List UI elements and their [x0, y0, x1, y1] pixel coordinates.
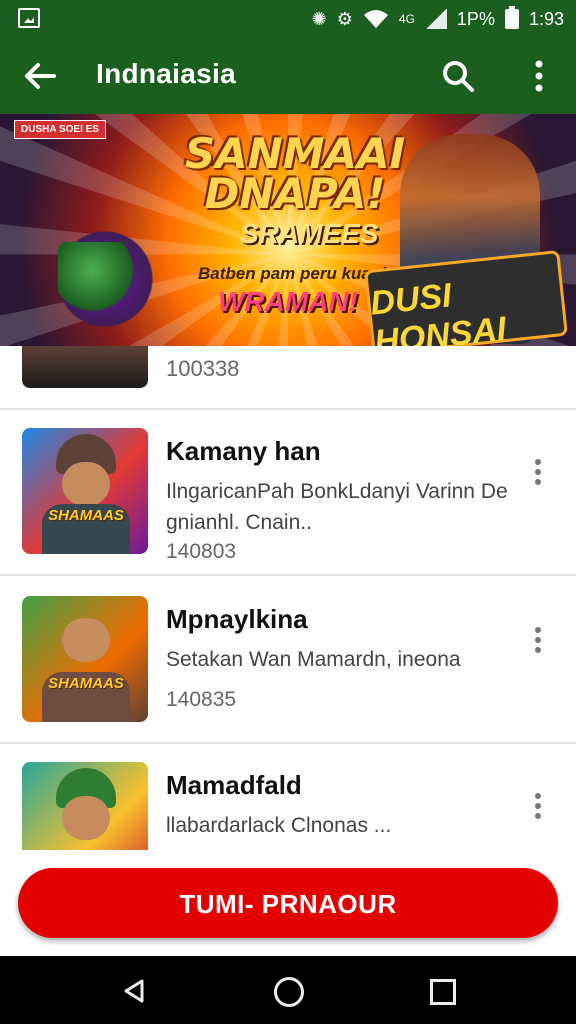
- status-icons: ✺ ⚙ 4G 1P% 1:93: [311, 6, 564, 31]
- item-menu-icon[interactable]: [528, 456, 548, 490]
- primary-action-button[interactable]: TUMI- PRNAOUR: [18, 868, 558, 938]
- game-list: 100338 SHAMAAS Kamany han IlngaricanPah …: [0, 346, 576, 854]
- nav-recents-icon[interactable]: [430, 979, 456, 1005]
- nav-back-icon[interactable]: [122, 978, 146, 1004]
- signal-icon: [424, 9, 447, 29]
- game-title: Mpnaylkina: [166, 604, 308, 634]
- download-count: 140835: [166, 688, 237, 711]
- item-menu-icon[interactable]: [528, 790, 548, 824]
- app-bar: Indnaiasia: [0, 38, 576, 114]
- wifi-icon: [363, 10, 388, 28]
- clock: 1:93: [528, 8, 564, 29]
- game-description: llabardarlack Clnonas ...: [166, 814, 392, 837]
- page-title: Indnaiasia: [96, 58, 236, 89]
- game-title: Kamany han: [166, 436, 321, 466]
- game-thumbnail: SHAMAAS: [22, 596, 148, 722]
- game-description: IlngaricanPah BonkLdanyi Varinn De gnian…: [166, 480, 508, 534]
- back-arrow-icon[interactable]: [20, 56, 60, 96]
- thumbnail-label: SHAMAAS: [48, 507, 124, 524]
- game-description: Setakan Wan Mamardn, ineona: [166, 648, 461, 671]
- download-count: 140803: [166, 540, 237, 563]
- promo-banner[interactable]: DUSHA SOEI ES SANMAAI DNAPA! SRAMEES Bat…: [0, 114, 576, 348]
- banner-headline-secondary: SRAMEES: [240, 218, 379, 249]
- list-item[interactable]: SHAMAAS Kamany han IlngaricanPah BonkLda…: [0, 408, 576, 576]
- download-count: 100338: [166, 356, 240, 381]
- game-thumbnail: [22, 346, 148, 388]
- banner-robot: [58, 242, 144, 312]
- list-item[interactable]: Mamadfald llabardarlack Clnonas ...: [0, 742, 576, 854]
- gallery-notification-icon: [18, 8, 40, 28]
- battery-percent: 1P%: [456, 8, 495, 29]
- network-type-text: 4G: [398, 12, 415, 26]
- nav-home-icon[interactable]: [274, 977, 304, 1007]
- battery-icon: [504, 6, 519, 29]
- game-thumbnail: [22, 762, 148, 854]
- system-nav-bar: [0, 956, 576, 1024]
- silent-mode-icon: ⚙: [336, 8, 353, 29]
- item-menu-icon[interactable]: [528, 624, 548, 658]
- status-bar: ✺ ⚙ 4G 1P% 1:93: [0, 0, 576, 38]
- banner-headline: SANMAAI DNAPA!: [184, 129, 406, 218]
- list-item-partial[interactable]: 100338: [0, 346, 576, 410]
- search-icon[interactable]: [440, 58, 476, 94]
- sync-icon: ✺: [311, 8, 327, 29]
- game-title: Mamadfald: [166, 770, 302, 800]
- thumbnail-label: SHAMAAS: [48, 675, 124, 692]
- list-item[interactable]: SHAMAAS Mpnaylkina Setakan Wan Mamardn, …: [0, 576, 576, 744]
- game-thumbnail: SHAMAAS: [22, 428, 148, 554]
- banner-tag: DUSHA SOEI ES: [14, 120, 106, 139]
- overflow-menu-icon[interactable]: [524, 58, 554, 94]
- banner-cta-text: WRAMAN!: [218, 286, 358, 317]
